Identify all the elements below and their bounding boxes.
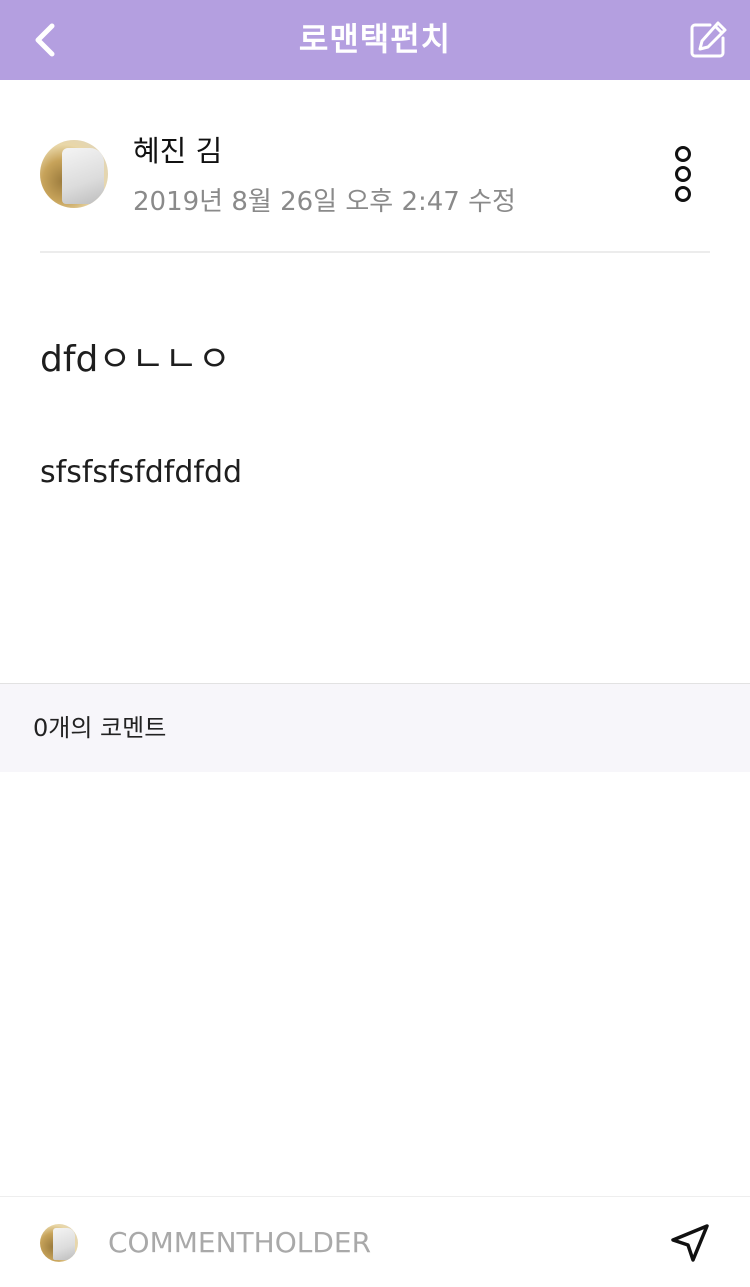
avatar-photo [53,1228,75,1260]
edit-button[interactable] [682,14,734,66]
post-title: dfdㅇㄴㄴㅇ [40,339,231,380]
edit-icon [690,21,727,58]
send-icon [671,1224,709,1262]
page-title: 로맨택펀치 [298,20,452,58]
more-options-button[interactable] [664,146,700,202]
comment-input-bar [0,1196,750,1287]
comment-count: 0개의 코멘트 [33,714,167,742]
divider [40,251,710,253]
nav-header: 로맨택펀치 [0,0,750,80]
comment-input[interactable] [108,1217,628,1267]
post-author-row: 혜진 김 2019년 8월 26일 오후 2:47 수정 [40,128,710,228]
post-body: sfsfsfsfdfdfdd [40,455,243,490]
author-name: 혜진 김 [133,134,223,168]
avatar[interactable] [40,140,108,208]
avatar-photo [62,148,104,204]
send-button[interactable] [666,1219,714,1267]
post-date: 2019년 8월 26일 오후 2:47 수정 [133,187,516,217]
comment-count-bar: 0개의 코멘트 [0,683,750,772]
commenter-avatar [40,1224,78,1262]
